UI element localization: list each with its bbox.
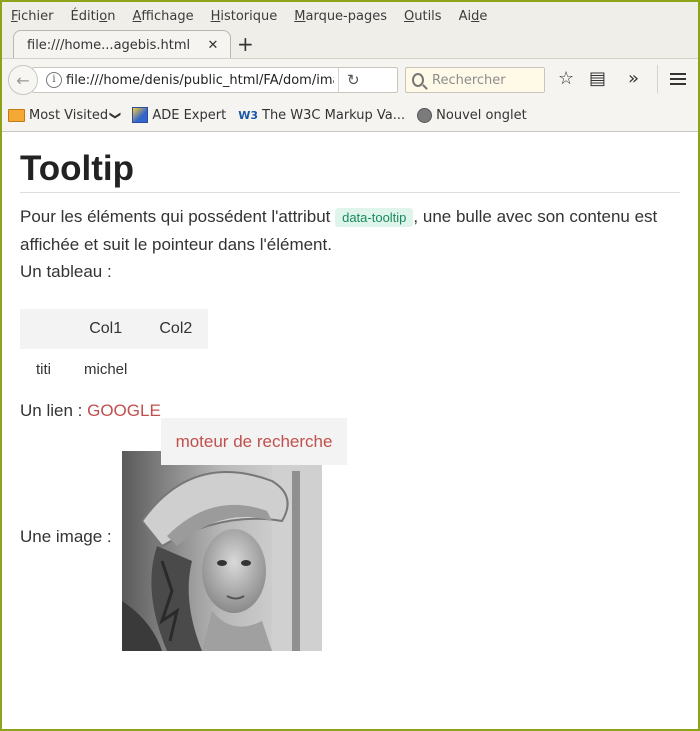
hamburger-menu-icon[interactable] [670,73,686,88]
tab-active[interactable]: file:///home...agebis.html ✕ [13,30,231,59]
bookmark-label: Most Visited [29,107,109,123]
bookmark-label: Nouvel onglet [436,107,527,123]
back-arrow-icon: ← [16,70,30,90]
table-header-cell: Col2 [143,309,209,349]
menu-fichier-rest: ichier [17,8,54,24]
url-bar[interactable]: i ↻ [32,67,398,93]
page-content: Tooltip Pour les éléments qui possédent … [2,131,698,729]
table-header-cell [20,309,68,349]
google-link[interactable]: GOOGLE [87,401,161,420]
menu-marque-pages[interactable]: Marque-pages [294,9,387,24]
link-label: Un lien : [20,401,88,420]
bookmark-w3c-validator[interactable]: W3 The W3C Markup Va... [238,108,405,123]
bookmark-most-visited[interactable]: Most Visited ❯ [8,107,123,123]
search-input[interactable] [432,72,544,88]
w3c-icon: W3 [238,108,258,122]
close-icon[interactable]: ✕ [204,38,222,53]
table-cell [143,349,208,389]
portrait-image [122,451,322,651]
table-header-row: Col1 Col2 [20,309,209,349]
intro-paragraph: Pour les éléments qui possédent l'attrib… [20,203,680,285]
reload-icon[interactable]: ↻ [347,71,360,89]
bookmarks-toolbar: Most Visited ❯ ADE Expert W3 The W3C Mar… [2,99,698,132]
tooltip-bubble: moteur de recherche [161,418,347,465]
ade-icon [132,107,149,123]
url-divider [338,68,339,92]
menu-fichier[interactable]: Fichier [11,9,54,24]
new-tab-button[interactable]: + [237,33,254,55]
table-header-cell: Col1 [68,309,144,349]
info-icon[interactable]: i [46,72,62,88]
code-attribute: data-tooltip [335,208,414,227]
image-label: Une image : [20,527,112,546]
bookmark-label: The W3C Markup Va... [262,107,406,123]
page-title: Tooltip [20,149,135,188]
tab-title: file:///home...agebis.html [27,37,191,53]
overflow-menu-icon[interactable]: » [628,67,639,91]
search-icon [412,73,424,87]
bookmark-ade-expert[interactable]: ADE Expert [132,107,226,123]
table-cell: titi [36,360,51,378]
back-button[interactable]: ← [8,65,38,95]
search-bar[interactable] [405,67,545,93]
bookmark-nouvel-onglet[interactable]: Nouvel onglet [417,107,527,123]
intro-text: Pour les éléments qui possédent l'attrib… [20,207,336,226]
navigation-bar: i ↻ ← ☆ ▤ » [2,58,698,99]
menu-bar: Fichier Édition Affichage Historique Mar… [2,2,698,30]
bookmark-label: ADE Expert [152,107,227,123]
reading-list-icon[interactable]: ▤ [589,67,606,91]
tab-strip: file:///home...agebis.html ✕ + [2,30,698,59]
globe-icon [417,107,433,123]
title-divider [20,192,680,193]
menu-aide[interactable]: Aide [459,9,488,24]
folder-icon [8,108,25,122]
bookmark-star-icon[interactable]: ☆ [558,67,574,91]
toolbar-divider [657,65,658,93]
menu-edition[interactable]: Édition [71,9,116,24]
table-cell: michel [84,360,128,378]
browser-window: Fichier Édition Affichage Historique Mar… [0,0,700,731]
demo-table: Col1 Col2 titi michel [20,309,209,389]
table-row: titi michel [20,349,208,389]
url-input[interactable] [66,72,334,88]
portrait-image-drawing [122,451,322,651]
table-label: Un tableau : [20,262,112,281]
menu-affichage[interactable]: Affichage [133,9,194,24]
menu-outils[interactable]: Outils [404,9,442,24]
menu-historique[interactable]: Historique [211,9,278,24]
link-row: Un lien : GOOGLE [20,401,161,421]
chevron-down-icon: ❯ [109,110,123,120]
